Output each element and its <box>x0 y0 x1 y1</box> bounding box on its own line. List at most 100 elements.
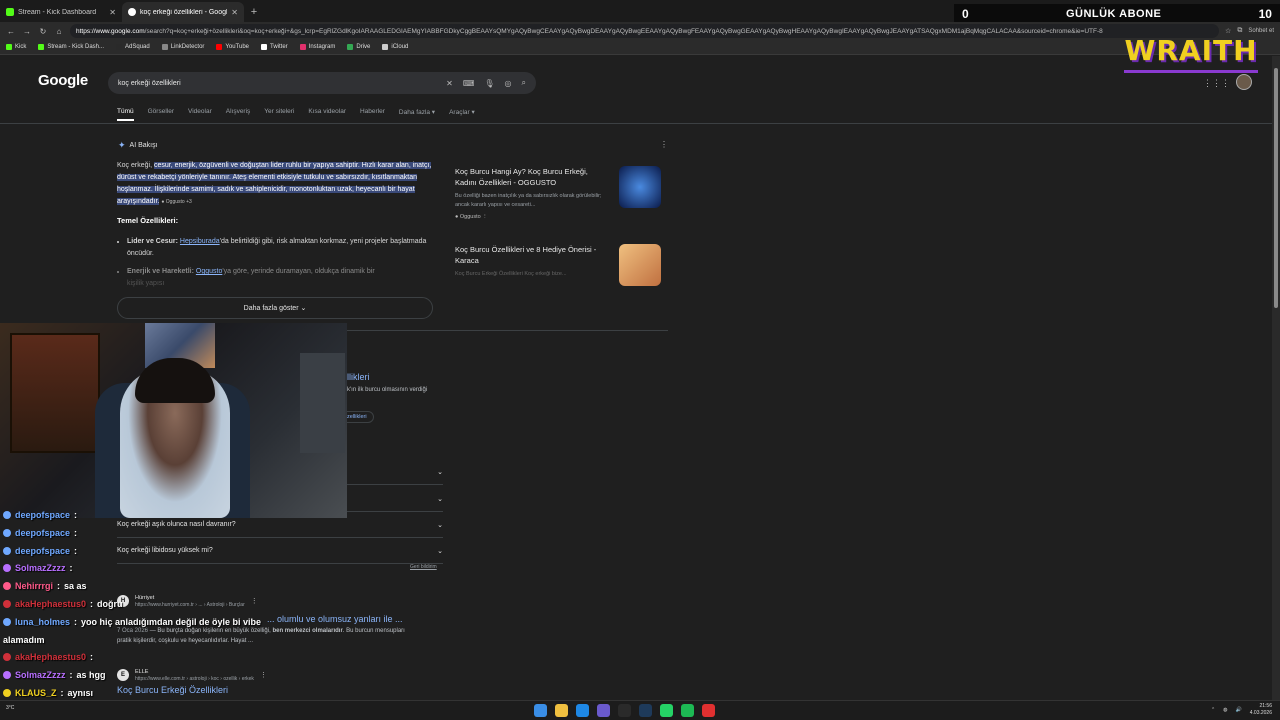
card-source-label: Oggusto <box>459 214 481 220</box>
kick-favicon-icon <box>6 8 14 16</box>
tab-title: Stream - Kick Dashboard <box>18 8 97 16</box>
bookmark-item[interactable]: Kick <box>6 44 26 50</box>
source-chip[interactable]: ● Oggusto +3 <box>161 199 191 205</box>
chat-message: luna_holmes: yoo hiç anladığımdan değil d… <box>3 617 261 627</box>
chat-message: KLAUS_Z: aynısı <box>3 688 93 698</box>
search-tab[interactable]: Videolar <box>188 108 212 121</box>
forward-icon[interactable]: → <box>22 27 32 36</box>
bookmark-label: Instagram <box>308 44 336 50</box>
taskbar-app-icon[interactable] <box>555 704 568 717</box>
more-options-icon[interactable]: ⋮ <box>251 597 258 605</box>
bullet-bold: Enerjik ve Hareketli: <box>127 268 196 275</box>
weather-widget[interactable]: 3°C <box>6 705 14 711</box>
site-url: https://www.hurriyet.com.tr › ... › Astr… <box>135 602 245 608</box>
bookmark-item[interactable]: Drive <box>347 44 370 50</box>
reload-icon[interactable]: ↻ <box>38 27 48 36</box>
result-site[interactable]: E ELLE https://www.elle.com.tr › astroloj… <box>117 668 447 682</box>
search-tab[interactable]: Haberler <box>360 108 385 121</box>
search-icon[interactable]: ⌕ <box>522 78 526 88</box>
home-icon[interactable]: ⌂ <box>54 27 64 36</box>
taskbar-app-icon[interactable] <box>597 704 610 717</box>
bookmark-item[interactable]: YouTube <box>216 44 249 50</box>
more-options-icon[interactable]: ⋮ <box>660 140 668 149</box>
taskbar-app-icon[interactable] <box>639 704 652 717</box>
card-title: Koç Burcu Hangi Ay? Koç Burcu Erkeği, Ka… <box>455 167 588 187</box>
taskbar-app-icon[interactable] <box>534 704 547 717</box>
search-tab[interactable]: Alışveriş <box>226 108 251 121</box>
clear-icon[interactable]: ✕ <box>446 79 453 88</box>
search-tab[interactable]: Daha fazla ▾ <box>399 108 435 121</box>
search-box[interactable]: koç erkeği özellikleri ✕ ⌨ 🎙 ◎ ⌕ <box>108 72 536 94</box>
avatar[interactable] <box>1236 74 1252 90</box>
result-site[interactable]: H Hürriyet https://www.hurriyet.com.tr › … <box>117 594 447 608</box>
partial-result-title[interactable]: llikleri <box>347 372 370 382</box>
bullet-text: 'ya göre, yerinde duramayan, oldukça din… <box>222 268 375 275</box>
aries-thumbnail <box>619 166 661 208</box>
close-tab-icon[interactable]: ✕ <box>231 8 238 17</box>
bookmark-favicon-icon <box>161 44 168 50</box>
chat-badge-icon <box>3 653 11 662</box>
chat-username: akaHephaestus0 <box>15 652 87 663</box>
search-tab[interactable]: Görseller <box>148 108 174 121</box>
section-heading: Temel Özellikleri: <box>117 216 179 225</box>
bookmark-label: Drive <box>356 44 371 50</box>
streamer-webcam <box>0 323 347 518</box>
network-icon[interactable]: ◍ <box>1223 707 1227 713</box>
lens-icon[interactable]: ◎ <box>505 79 512 88</box>
search-tab[interactable]: Araçlar ▾ <box>449 108 475 121</box>
bookmark-item[interactable]: Twitter <box>261 44 288 50</box>
keyboard-icon[interactable]: ⌨ <box>463 79 475 88</box>
chat-message: SolmazZzzz: <box>3 563 77 573</box>
chat-badge-icon <box>3 582 11 591</box>
taskbar-app-icon[interactable] <box>618 704 631 717</box>
google-logo[interactable]: Google <box>38 72 88 89</box>
bookmark-item[interactable]: AdSquad <box>116 44 150 50</box>
ai-overview-header: ✦ AI Bakışı <box>118 140 158 151</box>
bookmark-favicon-icon <box>382 44 389 50</box>
search-tab[interactable]: Yer siteleri <box>264 108 294 121</box>
taskbar-app-icon[interactable] <box>681 704 694 717</box>
tray-chevron-icon[interactable]: ⌃ <box>1211 707 1215 713</box>
bookmark-item[interactable]: Stream - Kick Dash... <box>38 44 104 50</box>
more-options-icon[interactable]: ⋮ <box>260 671 267 679</box>
url-input[interactable]: https://www.google.com/search?q=koç+erke… <box>70 24 1220 38</box>
bookmark-favicon-icon <box>6 44 12 50</box>
volume-icon[interactable]: 🔊 <box>1236 707 1242 713</box>
search-input[interactable]: koç erkeği özellikleri <box>118 80 436 87</box>
apps-grid-icon[interactable]: ⋮⋮⋮ <box>1203 78 1230 89</box>
show-more-button[interactable]: Daha fazla göster ⌄ <box>117 297 433 319</box>
taskbar-app-icon[interactable] <box>576 704 589 717</box>
mic-icon[interactable]: 🎙 <box>484 79 494 88</box>
source-card[interactable]: Koç Burcu Özellikleri ve 8 Hediye Öneris… <box>455 244 661 290</box>
site-name: ELLE <box>135 669 149 675</box>
question-row[interactable]: Koç erkeği libidosu yüksek mi? ⌄ <box>117 538 443 564</box>
bookmark-item[interactable]: iCloud <box>382 44 408 50</box>
tab-google-search[interactable]: koç erkeği özellikleri - Google'da A ✕ <box>122 2 244 22</box>
tab-kick-dashboard[interactable]: Stream - Kick Dashboard ✕ <box>0 2 122 22</box>
bookmark-item[interactable]: Instagram <box>299 44 336 50</box>
result-title[interactable]: Koç Burcu Erkeği Özellikleri <box>117 685 447 695</box>
source-link[interactable]: Hepsiburada <box>180 238 220 245</box>
clock-date: 4.03.2026 <box>1249 710 1272 716</box>
search-tab[interactable]: Tümü <box>117 108 134 121</box>
search-tab[interactable]: Kısa videolar <box>308 108 346 121</box>
chat-text: yoo hiç anladığımdan değil de öyle bi vi… <box>81 616 262 627</box>
chat-separator: : <box>60 688 64 698</box>
source-link[interactable]: Oggusto <box>196 268 222 275</box>
windows-taskbar: 3°C ⌃ ◍ 🔊 21:56 4.03.2026 <box>0 700 1280 720</box>
bookmark-favicon-icon <box>261 44 267 50</box>
taskbar-app-icon[interactable] <box>702 704 715 717</box>
bookmark-item[interactable]: LinkDetector <box>161 44 204 50</box>
scrollbar-thumb[interactable] <box>1274 68 1278 308</box>
back-icon[interactable]: ← <box>6 27 16 36</box>
ai-bullet-list: Lider ve Cesur: Hepsiburada'da belirtild… <box>127 236 433 296</box>
chat-badge-icon <box>3 528 11 537</box>
result-snippet: 7 Oca 2026 — Bu burçta doğan kişilerin e… <box>117 626 417 646</box>
new-tab-button[interactable]: + <box>244 2 264 22</box>
clock[interactable]: 21:56 4.03.2026 <box>1250 703 1272 717</box>
source-card[interactable]: Koç Burcu Hangi Ay? Koç Burcu Erkeği, Ka… <box>455 166 661 220</box>
feedback-link[interactable]: Geri bildirim <box>410 564 437 570</box>
close-tab-icon[interactable]: ✕ <box>109 8 116 17</box>
page-scrollbar[interactable] <box>1272 56 1280 700</box>
taskbar-app-icon[interactable] <box>660 704 673 717</box>
